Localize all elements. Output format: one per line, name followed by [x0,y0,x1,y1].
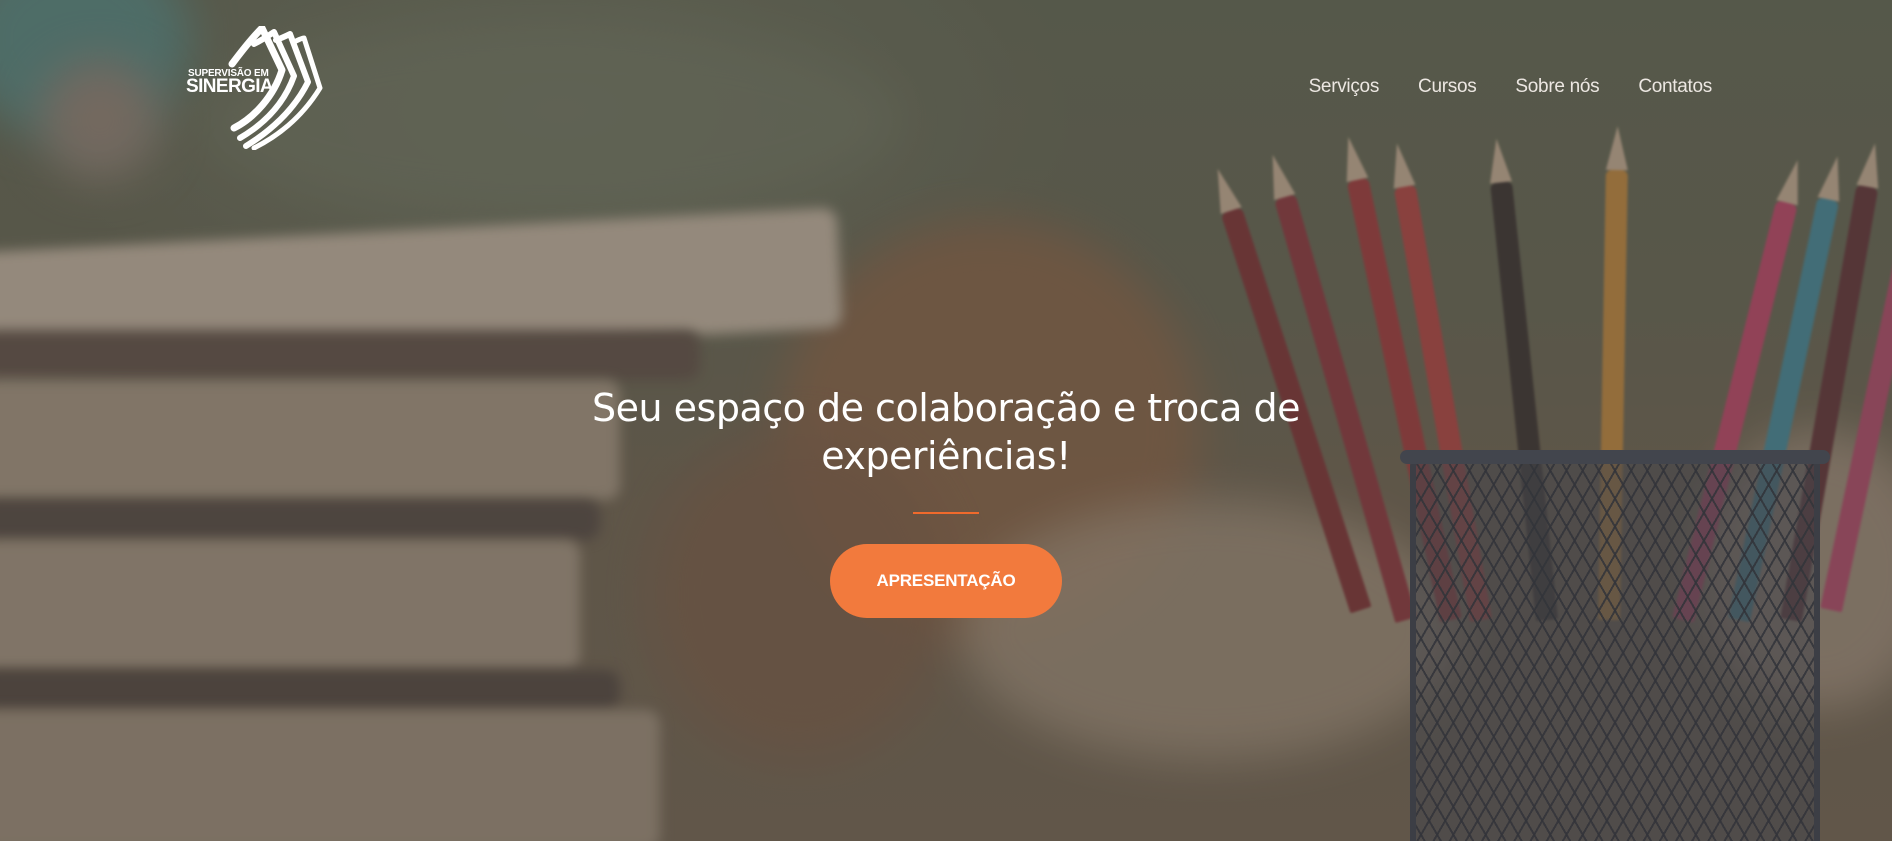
hero-divider [913,512,979,514]
nav-link-sobre-nos[interactable]: Sobre nós [1515,76,1599,98]
main-navigation: Serviços Cursos Sobre nós Contatos [1309,76,1713,98]
nav-link-servicos[interactable]: Serviços [1309,76,1380,98]
logo-text-main: SINERGIA [186,76,274,97]
nav-link-cursos[interactable]: Cursos [1418,76,1477,98]
hero-section: Seu espaço de colaboração e troca de exp… [0,384,1892,618]
hero-title: Seu espaço de colaboração e troca de exp… [592,386,1300,478]
nav-link-contatos[interactable]: Contatos [1638,76,1712,98]
site-logo[interactable]: SUPERVISÃO EM SINERGIA [186,26,336,150]
apresentacao-button[interactable]: APRESENTAÇÃO [830,544,1062,618]
